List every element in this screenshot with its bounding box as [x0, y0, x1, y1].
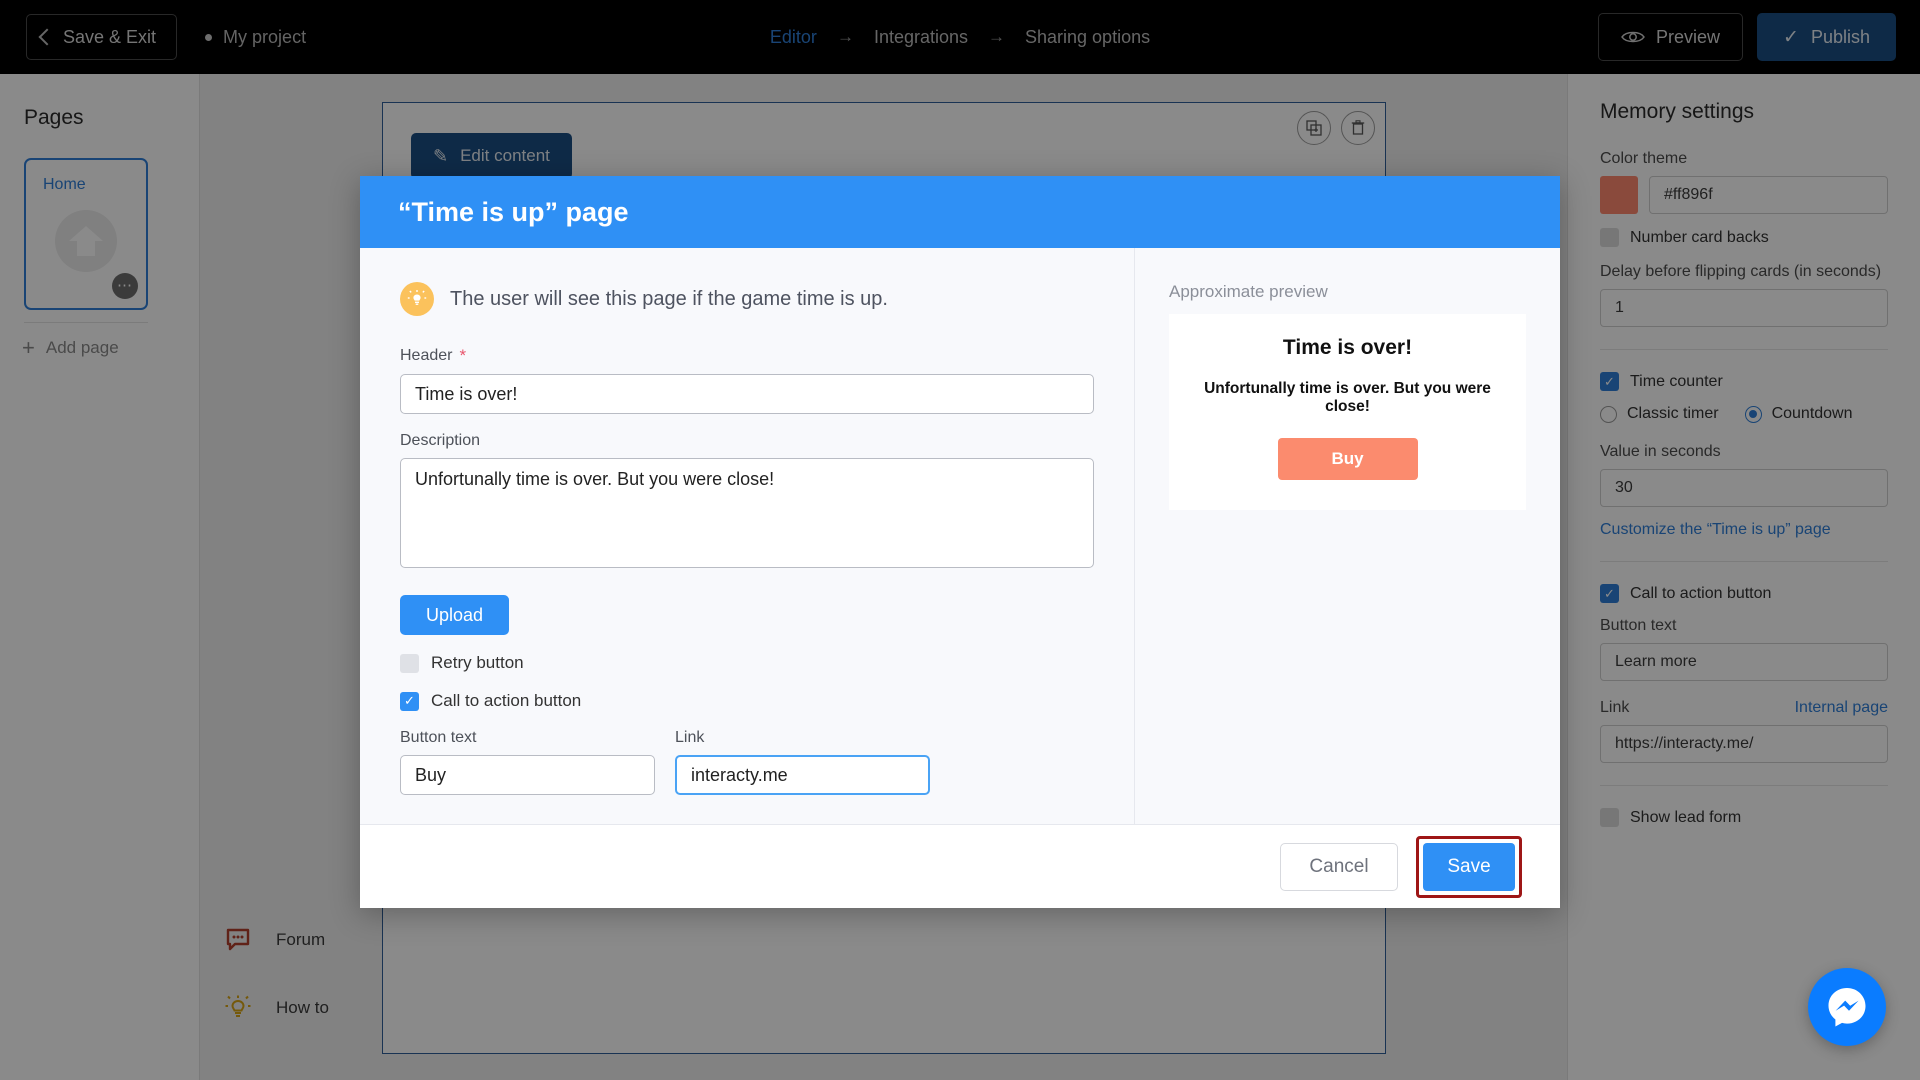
header-input[interactable] [400, 374, 1094, 414]
link-input[interactable] [675, 755, 930, 795]
lightbulb-icon [400, 282, 434, 316]
preview-title: Time is over! [1282, 336, 1413, 359]
modal-preview-section: Approximate preview Time is over! Unfort… [1135, 248, 1560, 824]
header-field-label: Header * [400, 346, 1094, 366]
button-text-label: Button text [400, 729, 477, 746]
button-text-input[interactable] [400, 755, 655, 795]
header-label-text: Header [400, 347, 453, 364]
modal-header: “Time is up” page [360, 176, 1560, 248]
time-is-up-page-modal: “Time is up” page The user will see this… [360, 176, 1560, 908]
cancel-button[interactable]: Cancel [1280, 842, 1398, 891]
upload-button[interactable]: Upload [400, 595, 510, 635]
description-textarea[interactable]: Unfortunally time is over. But you were … [400, 458, 1094, 568]
required-mark: * [459, 346, 467, 365]
link-label: Link [675, 729, 705, 746]
retry-button-row[interactable]: Retry button [400, 653, 1094, 673]
modal-footer: Cancel Save [360, 824, 1560, 908]
cta-row[interactable]: ✓ Call to action button [400, 691, 1094, 711]
preview-caption: Approximate preview [1169, 282, 1328, 301]
retry-button-checkbox[interactable] [400, 653, 419, 673]
hint-text: The user will see this page if the game … [450, 287, 888, 310]
preview-card: Time is over! Unfortunally time is over.… [1169, 314, 1526, 510]
retry-button-label: Retry button [431, 653, 524, 672]
preview-description: Unfortunally time is over. But you were … [1204, 380, 1491, 415]
messenger-icon [1828, 988, 1866, 1027]
save-button[interactable]: Save [1423, 842, 1515, 891]
modal-title: “Time is up” page [398, 196, 629, 227]
save-button-highlight: Save [1416, 835, 1522, 898]
hint-row: The user will see this page if the game … [400, 282, 1094, 316]
description-label: Description [400, 432, 481, 449]
preview-cta-button[interactable]: Buy [1277, 438, 1418, 480]
messenger-chat-button[interactable] [1808, 968, 1886, 1046]
modal-form-section: The user will see this page if the game … [360, 248, 1135, 824]
cta-checkbox-label: Call to action button [431, 691, 582, 710]
cta-checkbox[interactable]: ✓ [400, 691, 419, 711]
